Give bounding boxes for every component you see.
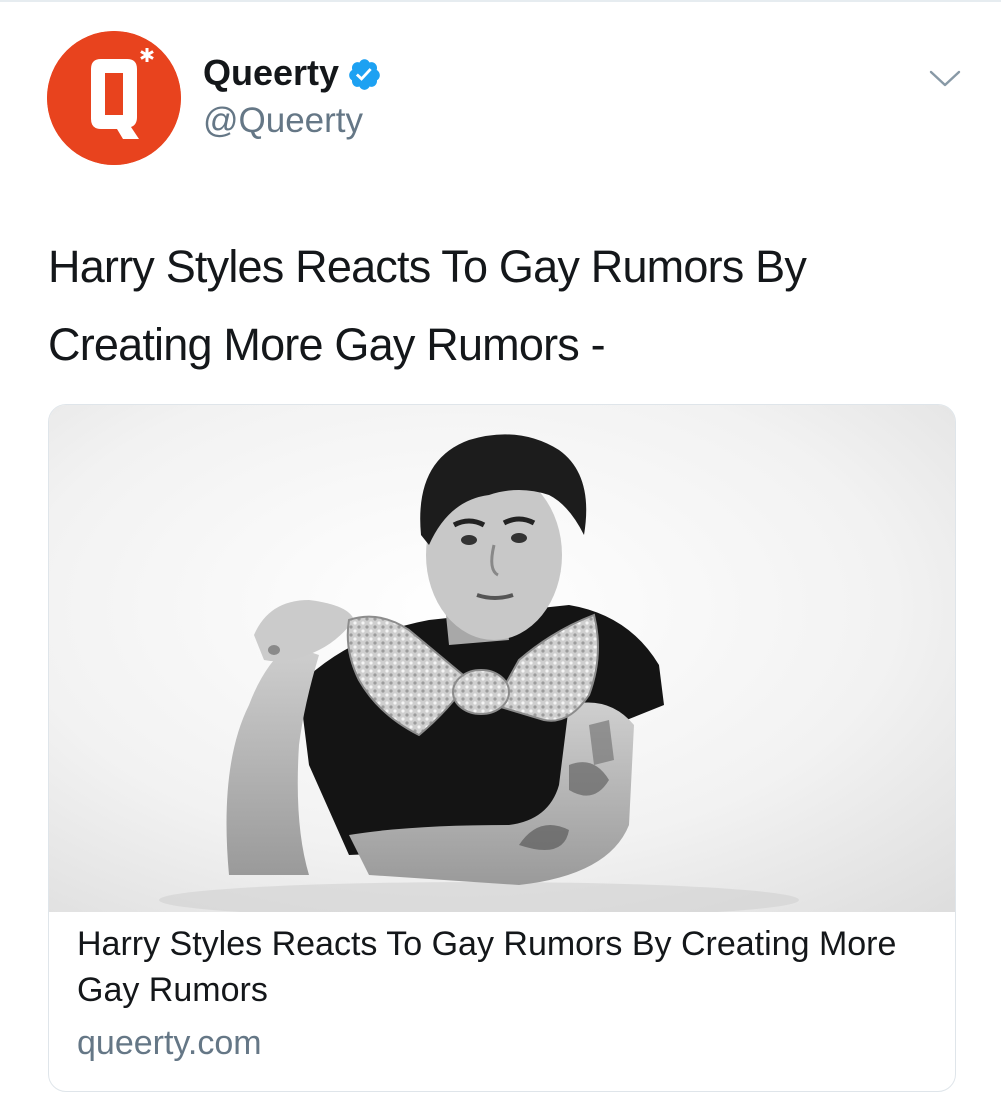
tweet-text: Harry Styles Reacts To Gay Rumors By Cre… bbox=[48, 241, 807, 370]
link-card-domain[interactable]: queerty.com bbox=[77, 1021, 262, 1065]
link-card[interactable]: Harry Styles Reacts To Gay Rumors By Cre… bbox=[48, 404, 956, 1092]
photo-illustration bbox=[49, 405, 955, 912]
link-card-image[interactable] bbox=[49, 405, 955, 912]
avatar[interactable] bbox=[47, 31, 181, 165]
user-handle[interactable]: @Queerty bbox=[203, 100, 363, 142]
verified-badge-icon bbox=[349, 58, 380, 90]
display-name-text[interactable]: Queerty bbox=[203, 52, 339, 94]
display-name[interactable]: Queerty bbox=[203, 52, 382, 94]
top-divider bbox=[0, 0, 1001, 2]
link-card-title[interactable]: Harry Styles Reacts To Gay Rumors By Cre… bbox=[77, 921, 927, 1013]
queerty-logo-icon bbox=[47, 31, 181, 165]
chevron-down-icon[interactable] bbox=[925, 62, 965, 94]
